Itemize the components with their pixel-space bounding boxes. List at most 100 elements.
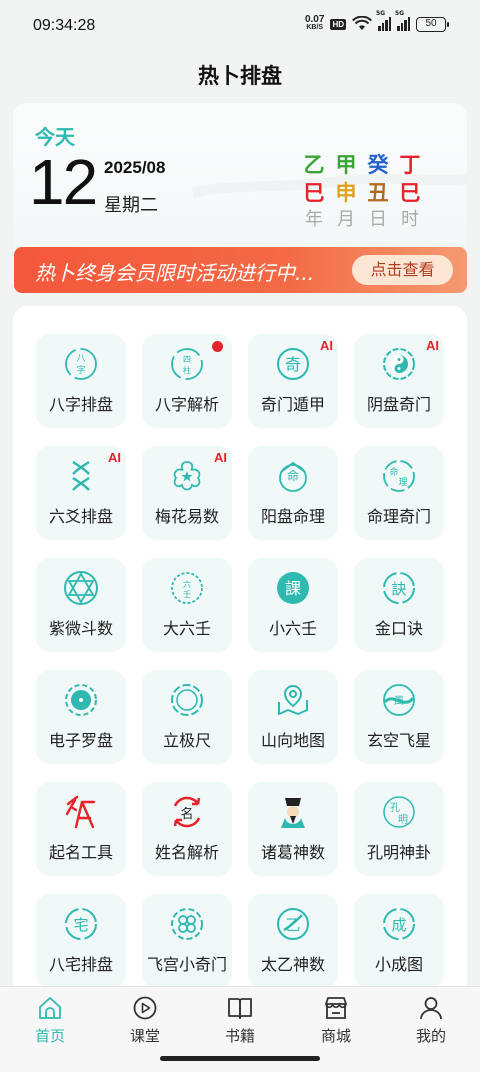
view-now-button[interactable]: 点击查看 [352, 255, 453, 285]
ke-icon: 課 [277, 572, 309, 604]
qiming-icon [65, 795, 96, 829]
ring-icon [171, 684, 203, 716]
nav-profile-label: 我的 [415, 1027, 446, 1045]
year-month: 2025/08 [104, 158, 166, 177]
tool-label: 阳盘命理 [260, 507, 325, 526]
tool-label: 起名工具 [48, 843, 113, 862]
zhai-icon: 宅 [65, 908, 97, 940]
svg-text:明: 明 [398, 814, 408, 826]
tool-tile[interactable]: 起名工具 [36, 782, 126, 876]
tool-tile[interactable]: 六壬大六壬 [142, 558, 232, 652]
book-icon [228, 998, 252, 1019]
person-icon [420, 997, 442, 1020]
heavenly-stem: 丁 [399, 153, 421, 177]
cheng-icon: 成 [383, 908, 415, 940]
pillar-label: 日 [369, 209, 387, 230]
tool-tile[interactable]: 梅花易数 AI [142, 446, 232, 540]
tool-tile[interactable]: 六爻排盘 AI [36, 446, 126, 540]
tool-tile[interactable]: 八字八字排盘 [36, 334, 126, 428]
ganzhi-pillars: 乙巳年甲申月癸丑日丁巳时 [301, 151, 423, 233]
svg-text:成: 成 [391, 916, 406, 934]
page-title: 热卜排盘 [198, 64, 282, 88]
tool-label: 太乙神数 [260, 955, 325, 974]
status-time: 09:34:28 [33, 17, 96, 34]
tool-tile[interactable]: 課小六壬 [248, 558, 338, 652]
tool-tile[interactable]: 飞宫小奇门 [142, 894, 232, 988]
kongming-icon: 孔明 [383, 796, 415, 828]
tool-tile[interactable]: 命理命理奇门 [354, 446, 444, 540]
nav-store-label: 商城 [320, 1027, 351, 1045]
day-number: 12 [29, 146, 98, 218]
tool-tile[interactable]: 立极尺 [142, 670, 232, 764]
ai-badge: AI [426, 338, 439, 353]
compass-icon [65, 684, 97, 716]
tool-tile[interactable]: 孔明孔明神卦 [354, 782, 444, 876]
ganzhi-pillar: 甲申月 [333, 151, 359, 233]
tool-tile[interactable]: 名姓名解析 [142, 782, 232, 876]
tool-tile[interactable]: 奇奇门遁甲 AI [248, 334, 338, 428]
bazi-icon: 八字 [65, 348, 97, 380]
taiyi-icon: 乙 [277, 908, 309, 940]
heavenly-stem: 甲 [335, 153, 357, 177]
tool-label: 命理奇门 [366, 507, 431, 526]
tool-label: 奇门遁甲 [260, 395, 325, 414]
tool-tile[interactable]: 四柱八字解析 [142, 334, 232, 428]
nav-classroom-label: 课堂 [129, 1027, 160, 1045]
svg-text:四: 四 [183, 355, 191, 364]
play-circle-icon [133, 996, 157, 1020]
home-icon [39, 997, 61, 1019]
ai-badge: AI [320, 338, 333, 353]
liuyao-icon [72, 461, 90, 491]
clover-icon [171, 908, 203, 940]
tool-label: 八宅排盘 [48, 955, 113, 974]
svg-text:命: 命 [389, 466, 398, 478]
tool-label: 大六壬 [162, 619, 211, 638]
tool-label: 诸葛神数 [260, 843, 325, 862]
hexagram-star-icon [64, 571, 98, 605]
heavenly-stem: 癸 [367, 153, 389, 177]
tool-label: 小六壬 [268, 619, 317, 638]
svg-text:壬: 壬 [183, 589, 191, 599]
tool-label: 阴盘奇门 [366, 395, 431, 414]
earthly-branch: 巳 [303, 181, 325, 205]
svg-text:訣: 訣 [391, 580, 406, 598]
ai-badge: AI [214, 450, 227, 465]
svg-text:孔: 孔 [390, 802, 400, 814]
status-bar: 09:34:28 0.07 KB/S HD 5G 5G 50 [0, 0, 480, 52]
vip-banner-text: 热卜终身会员限时活动进行中... [35, 261, 315, 285]
tool-tile[interactable]: 阴盘奇门 AI [354, 334, 444, 428]
tool-label: 八字排盘 [48, 395, 113, 414]
nav-profile[interactable]: 我的 [396, 995, 466, 1046]
svg-text:風: 風 [394, 695, 404, 707]
tool-tile[interactable]: 成小成图 [354, 894, 444, 988]
status-icons: 0.07 KB/S HD 5G 5G 50 [305, 10, 449, 32]
tool-tile[interactable]: 电子罗盘 [36, 670, 126, 764]
tool-label: 立极尺 [162, 731, 211, 750]
home-indicator[interactable] [160, 1056, 320, 1061]
tool-tile[interactable]: 宅八宅排盘 [36, 894, 126, 988]
tool-tile[interactable]: 紫微斗数 [36, 558, 126, 652]
nav-classroom[interactable]: 课堂 [110, 995, 180, 1046]
tool-label: 梅花易数 [154, 507, 219, 526]
signal-icon: 5G [376, 10, 391, 31]
tool-tile[interactable]: 山向地图 [248, 670, 338, 764]
tool-tile[interactable]: 訣金口诀 [354, 558, 444, 652]
tool-tile[interactable]: 诸葛神数 [248, 782, 338, 876]
svg-text:命: 命 [287, 468, 299, 483]
tool-tile[interactable]: 乙太乙神数 [248, 894, 338, 988]
nav-store[interactable]: 商城 [301, 995, 371, 1046]
earthly-branch: 巳 [399, 181, 421, 205]
feixing-icon: 風 [383, 684, 415, 716]
svg-text:宅: 宅 [73, 916, 88, 934]
signal-icon-2: 5G [395, 10, 410, 31]
vip-banner[interactable]: 热卜终身会员限时活动进行中... 点击查看 [14, 247, 467, 293]
tool-label: 飞宫小奇门 [146, 955, 227, 974]
svg-text:乙: 乙 [285, 916, 300, 934]
nav-books[interactable]: 书籍 [205, 995, 275, 1046]
tool-label: 山向地图 [260, 731, 325, 750]
store-icon [325, 997, 347, 1019]
tool-tile[interactable]: 風玄空飞星 [354, 670, 444, 764]
name-refresh-icon: 名 [173, 796, 201, 828]
tool-tile[interactable]: 命阳盘命理 [248, 446, 338, 540]
nav-home[interactable]: 首页 [15, 995, 85, 1046]
